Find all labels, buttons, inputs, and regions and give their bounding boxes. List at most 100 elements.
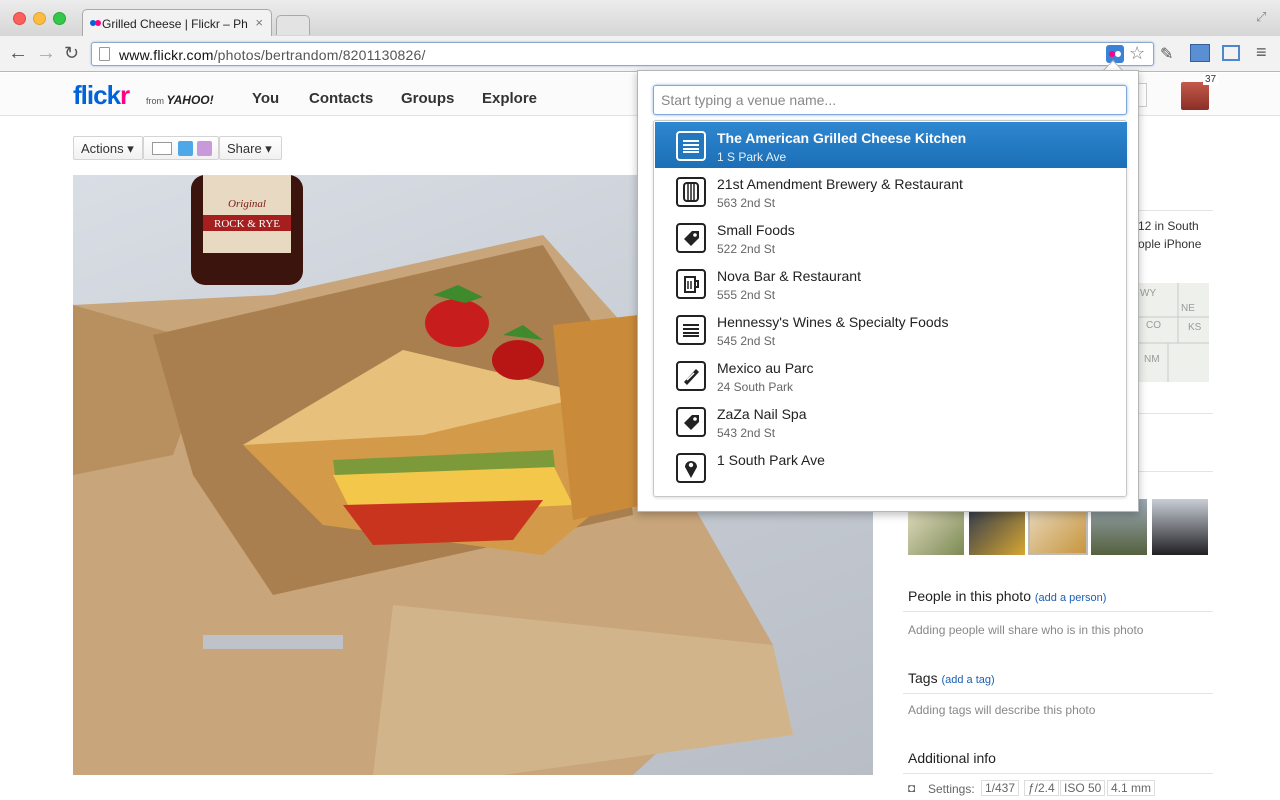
url-path: /photos/bertrandom/8201130826/: [213, 47, 426, 63]
venue-address: 545 2nd St: [717, 334, 776, 348]
divider: [1130, 471, 1213, 472]
screenshot-extension-icon[interactable]: [1190, 44, 1210, 62]
map-label-co: CO: [1146, 320, 1161, 331]
divider: [903, 773, 1213, 774]
window-extension-icon[interactable]: [1222, 45, 1240, 61]
venue-result[interactable]: Mexico au Parc 24 South Park: [655, 352, 1127, 398]
venue-result[interactable]: Nova Bar & Restaurant 555 2nd St: [655, 260, 1127, 306]
tag-icon: [676, 223, 706, 253]
settings-label: Settings:: [928, 782, 975, 796]
forward-icon[interactable]: →: [36, 42, 56, 64]
tags-note: Adding tags will describe this photo: [908, 703, 1096, 717]
taken-info-partial-2: ople iPhone: [1138, 237, 1202, 251]
bottle-name: ROCK & RYE: [214, 218, 280, 230]
food-icon: [676, 131, 706, 161]
venue-result[interactable]: 1 South Park Ave: [655, 444, 1127, 490]
new-tab-button[interactable]: [276, 15, 310, 35]
setting-shutter: 1/437: [981, 780, 1020, 796]
map-label-ne: NE: [1181, 303, 1195, 314]
tab-title: Grilled Cheese | Flickr – Ph: [102, 17, 248, 31]
url-host: www.flickr.com: [119, 47, 214, 63]
nav-contacts[interactable]: Contacts: [309, 90, 373, 107]
venue-extension-icon[interactable]: [1106, 45, 1124, 63]
taken-info-partial-1: 12 in South: [1138, 219, 1199, 233]
venue-name: Hennessy's Wines & Specialty Foods: [717, 314, 949, 330]
page-icon: [99, 47, 110, 61]
venue-name: 21st Amendment Brewery & Restaurant: [717, 176, 963, 192]
venue-search-input[interactable]: [653, 85, 1127, 115]
venue-address: 543 2nd St: [717, 426, 776, 440]
map-label-ks: KS: [1188, 322, 1202, 333]
nav-explore[interactable]: Explore: [482, 90, 537, 107]
menu-icon[interactable]: ≡: [1256, 42, 1267, 63]
venue-result[interactable]: The American Grilled Cheese Kitchen 1 S …: [655, 122, 1127, 168]
zoom-window-button[interactable]: [53, 12, 66, 25]
divider: [1130, 413, 1213, 414]
tag-icon: [676, 407, 706, 437]
venue-results-list: The American Grilled Cheese Kitchen 1 S …: [653, 120, 1127, 497]
burrito-icon: [676, 361, 706, 391]
back-icon[interactable]: ←: [8, 42, 28, 64]
map-label-nm: NM: [1144, 354, 1160, 365]
venue-name: Mexico au Parc: [717, 360, 814, 376]
location-map[interactable]: WY NE CO KS NM: [1138, 283, 1209, 382]
fullscreen-icon[interactable]: ⤢: [1256, 9, 1266, 25]
close-window-button[interactable]: [13, 12, 26, 25]
divider: [1130, 210, 1213, 211]
tags-section-title: Tags (add a tag): [908, 670, 995, 686]
venue-name: 1 South Park Ave: [717, 452, 825, 468]
venue-address: 555 2nd St: [717, 288, 776, 302]
venue-address: 563 2nd St: [717, 196, 776, 210]
yahoo-tagline: from YAHOO!: [146, 93, 214, 107]
food-icon: [676, 315, 706, 345]
setting-iso: ISO 50: [1060, 780, 1106, 796]
add-person-link[interactable]: (add a person): [1035, 592, 1107, 604]
share-icons-group: [143, 136, 219, 160]
twitter-icon[interactable]: [178, 141, 193, 156]
tab-close-icon[interactable]: ×: [255, 15, 263, 30]
map-pin-icon: [676, 453, 706, 483]
venue-result[interactable]: 21st Amendment Brewery & Restaurant 563 …: [655, 168, 1127, 214]
beer-mug-icon: [676, 269, 706, 299]
email-icon[interactable]: [152, 142, 172, 155]
venue-address: 24 South Park: [717, 380, 794, 394]
camera-icon: ◘: [908, 781, 916, 795]
people-note: Adding people will share who is in this …: [908, 623, 1144, 637]
flickr-logo[interactable]: flickr: [73, 80, 130, 111]
flickr-favicon-icon-dot: [95, 20, 101, 26]
nav-groups[interactable]: Groups: [401, 90, 454, 107]
venue-name: ZaZa Nail Spa: [717, 406, 807, 422]
venue-address: 522 2nd St: [717, 242, 776, 256]
photostream-thumb[interactable]: [1152, 499, 1208, 555]
nav-you[interactable]: You: [252, 90, 279, 107]
venue-name: The American Grilled Cheese Kitchen: [717, 130, 967, 146]
bookmark-star-icon[interactable]: ☆: [1129, 43, 1145, 64]
address-bar[interactable]: www.flickr.com/photos/bertrandom/8201130…: [91, 42, 1154, 66]
setting-focal-length: 4.1 mm: [1107, 780, 1156, 796]
tumblr-icon[interactable]: [197, 141, 212, 156]
venue-name: Small Foods: [717, 222, 795, 238]
venue-result[interactable]: Hennessy's Wines & Specialty Foods 545 2…: [655, 306, 1127, 352]
minimize-window-button[interactable]: [33, 12, 46, 25]
notification-count[interactable]: 37: [1203, 74, 1219, 85]
venue-result[interactable]: ZaZa Nail Spa 543 2nd St: [655, 398, 1127, 444]
share-menu-button[interactable]: Share ▾: [219, 136, 282, 160]
divider: [903, 693, 1213, 694]
venue-address: 1 S Park Ave: [717, 150, 787, 164]
add-tag-link[interactable]: (add a tag): [941, 674, 994, 686]
browser-tab-active[interactable]: Grilled Cheese | Flickr – Ph ×: [82, 9, 272, 36]
actions-menu-button[interactable]: Actions ▾: [73, 136, 143, 160]
map-label-wy: WY: [1140, 288, 1157, 299]
reload-icon[interactable]: ↻: [64, 42, 79, 64]
bottle-brand: Original: [228, 198, 266, 210]
people-section-title: People in this photo (add a person): [908, 588, 1107, 604]
browser-tab-bar: Grilled Cheese | Flickr – Ph × ⤢: [0, 0, 1280, 36]
barrel-icon: [676, 177, 706, 207]
wrench-icon[interactable]: ✎: [1160, 44, 1173, 64]
venue-result[interactable]: Small Foods 522 2nd St: [655, 214, 1127, 260]
divider: [903, 611, 1213, 612]
setting-aperture: ƒ/2.4: [1024, 780, 1059, 796]
browser-toolbar: ← → ↻ www.flickr.com/photos/bertrandom/8…: [0, 36, 1280, 72]
user-avatar[interactable]: [1181, 82, 1209, 110]
additional-info-title: Additional info: [908, 750, 996, 766]
